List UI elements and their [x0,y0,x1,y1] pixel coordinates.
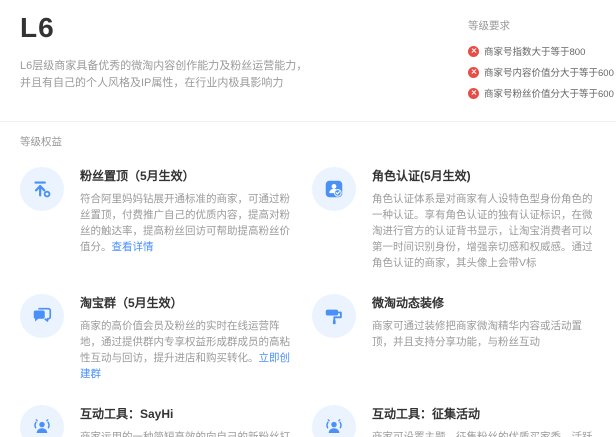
benefits-heading: 等级权益 [20,134,600,149]
announcer-person-icon [20,405,64,437]
role-badge-icon [312,167,356,211]
benefit-item: 淘宝群（5月生效） 商家的高价值会员及粉丝的实时在线运营阵地，通过提供群内专享权… [20,292,300,382]
requirements-panel: 等级要求 商家号指数大于等于800 商家号内容价值分大于等于600 商家号粉丝价… [468,10,600,107]
benefit-title: 微淘动态装修 [372,294,600,311]
benefit-description: 商家的高价值会员及粉丝的实时在线运营阵地，通过提供群内专享权益形成群成员的高粘性… [80,318,300,382]
benefit-description: 角色认证体系是对商家有人设特色型身份角色的一种认证。享有角色认证的独有认证标识，… [372,191,600,271]
page-header: L6 L6层级商家具备优秀的微淘内容创作能力及粉丝运营能力，并且有自己的个人风格… [0,0,616,107]
benefit-description: 商家运用的一种简短高效的向自己的新粉丝打招呼的工具 [80,429,300,437]
requirement-label: 商家号粉丝价值分大于等于600 [484,86,614,100]
requirement-row: 商家号粉丝价值分大于等于600 [468,86,600,100]
requirement-row: 商家号指数大于等于800 [468,44,600,58]
benefit-item: 互动工具：SayHi 商家运用的一种简短高效的向自己的新粉丝打招呼的工具 [20,403,300,437]
pin-top-icon [20,167,64,211]
paint-roller-icon [312,294,356,338]
benefits-grid: 粉丝置顶（5月生效） 符合阿里妈妈钻展开通标准的商家，可通过粉丝置顶，付费推广自… [20,165,600,437]
circle-x-icon [468,46,479,57]
benefit-item: 粉丝置顶（5月生效） 符合阿里妈妈钻展开通标准的商家，可通过粉丝置顶，付费推广自… [20,165,300,271]
benefit-title: 粉丝置顶（5月生效） [80,167,300,184]
requirements-heading: 等级要求 [468,18,600,33]
benefit-description: 商家可设置主题，征集粉丝的优质买家秀，活跃粉丝 [372,429,600,437]
chat-bubbles-icon [20,294,64,338]
benefits-section: 等级权益 粉丝置顶（5月生效） 符合阿里妈妈钻展开通标准的商家，可通过粉丝置顶，… [0,122,616,437]
requirement-row: 商家号内容价值分大于等于600 [468,65,600,79]
level-benefits-page: L6 L6层级商家具备优秀的微淘内容创作能力及粉丝运营能力，并且有自己的个人风格… [0,0,616,437]
requirement-label: 商家号内容价值分大于等于600 [484,65,614,79]
page-title: L6 [20,12,320,44]
benefit-item: 微淘动态装修 商家可通过装修把商家微淘精华内容或活动置顶，并且支持分享功能，与粉… [312,292,600,382]
circle-x-icon [468,88,479,99]
benefit-title: 互动工具：SayHi [80,405,300,422]
level-description: L6层级商家具备优秀的微淘内容创作能力及粉丝运营能力，并且有自己的个人风格及IP… [20,58,310,92]
benefit-item: 互动工具：征集活动 商家可设置主题，征集粉丝的优质买家秀，活跃粉丝 [312,403,600,437]
requirements-list: 商家号指数大于等于800 商家号内容价值分大于等于600 商家号粉丝价值分大于等… [468,44,600,100]
requirement-label: 商家号指数大于等于800 [484,44,585,58]
benefit-description: 符合阿里妈妈钻展开通标准的商家，可通过粉丝置顶，付费推广自己的优质内容，提高对粉… [80,191,300,255]
benefit-title: 互动工具：征集活动 [372,405,600,422]
circle-x-icon [468,67,479,78]
benefit-link[interactable]: 查看详情 [112,241,154,253]
benefit-item: 角色认证(5月生效) 角色认证体系是对商家有人设特色型身份角色的一种认证。享有角… [312,165,600,271]
benefit-title: 角色认证(5月生效) [372,167,600,184]
announcer-person-icon [312,405,356,437]
benefit-title: 淘宝群（5月生效） [80,294,300,311]
benefit-description: 商家可通过装修把商家微淘精华内容或活动置顶，并且支持分享功能，与粉丝互动 [372,318,600,350]
